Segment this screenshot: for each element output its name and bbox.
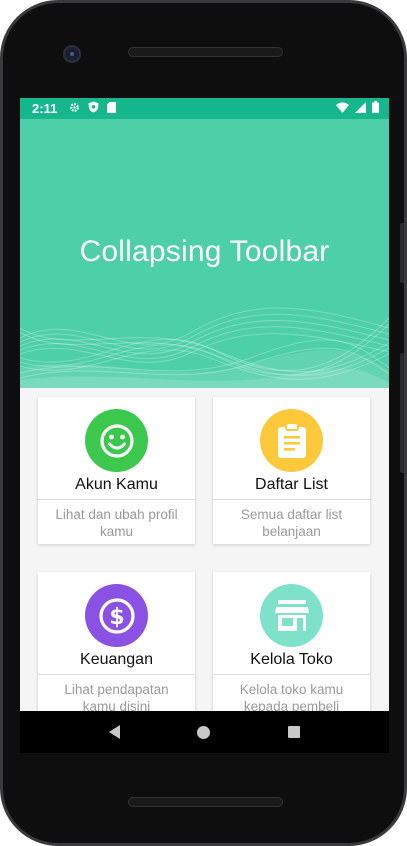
store-icon — [260, 584, 323, 647]
card-title: Akun Kamu — [75, 476, 158, 493]
battery-icon — [372, 101, 379, 116]
card-divider — [38, 499, 195, 500]
recents-icon[interactable] — [288, 726, 301, 738]
gear-icon — [69, 101, 80, 116]
card-description: Kelola toko kamu kepada pembeli — [239, 682, 344, 711]
card-keuangan[interactable]: $ Keuangan Lihat pendapatan kamu disini — [38, 572, 195, 711]
front-camera — [63, 45, 81, 63]
card-divider — [213, 674, 370, 675]
wifi-icon — [336, 101, 349, 116]
dollar-icon: $ — [85, 584, 148, 647]
card-grid: Akun Kamu Lihat dan ubah profil kamu Daf… — [20, 388, 389, 711]
card-title: Daftar List — [255, 476, 328, 493]
volume-button — [400, 223, 404, 283]
smiley-face-icon — [85, 409, 148, 472]
home-icon[interactable] — [197, 725, 211, 739]
status-bar: 2:11 — [20, 98, 389, 119]
card-description: Semua daftar list belanjaan — [240, 507, 343, 539]
phone-frame: 2:11 Collapsing Toolbar Akun Kamu Lihat … — [0, 0, 407, 846]
card-akun-kamu[interactable]: Akun Kamu Lihat dan ubah profil kamu — [38, 397, 195, 544]
back-icon[interactable] — [108, 725, 120, 739]
signal-icon — [355, 101, 366, 116]
card-divider — [213, 499, 370, 500]
clipboard-list-icon — [260, 409, 323, 472]
bottom-speaker — [128, 797, 283, 807]
card-description: Lihat pendapatan kamu disini — [64, 682, 169, 711]
app-screen: 2:11 Collapsing Toolbar Akun Kamu Lihat … — [20, 98, 389, 711]
svg-text:$: $ — [109, 605, 124, 630]
card-description: Lihat dan ubah profil kamu — [55, 507, 178, 539]
card-title: Kelola Toko — [250, 651, 333, 668]
card-divider — [38, 674, 195, 675]
collapsing-toolbar: Collapsing Toolbar — [20, 119, 389, 388]
system-nav-bar — [20, 711, 389, 753]
sim-card-icon — [107, 101, 117, 116]
shield-icon — [88, 101, 99, 116]
toolbar-title: Collapsing Toolbar — [79, 235, 330, 268]
power-button — [400, 353, 404, 473]
card-daftar-list[interactable]: Daftar List Semua daftar list belanjaan — [213, 397, 370, 544]
wave-pattern — [20, 307, 389, 388]
card-title: Keuangan — [80, 651, 153, 668]
status-time: 2:11 — [32, 101, 58, 116]
card-kelola-toko[interactable]: Kelola Toko Kelola toko kamu kepada pemb… — [213, 572, 370, 711]
top-speaker — [128, 47, 283, 57]
